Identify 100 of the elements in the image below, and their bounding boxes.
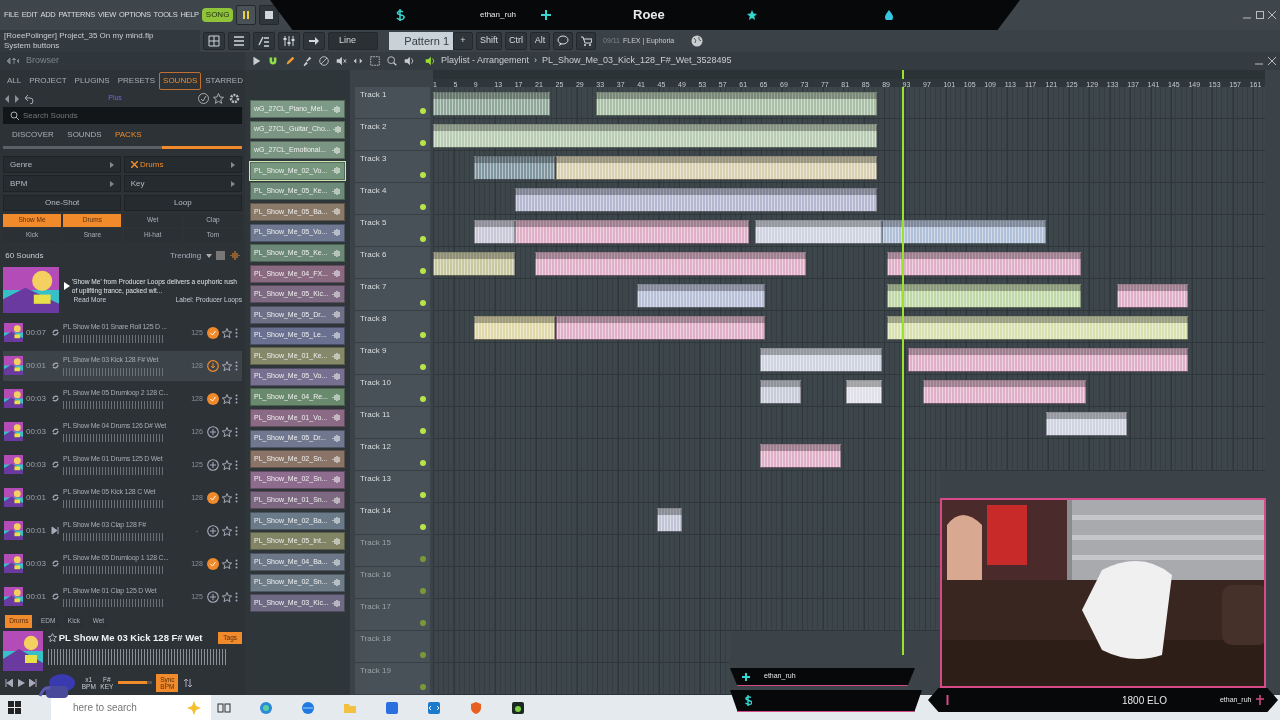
- audio-clip[interactable]: [1116, 284, 1189, 308]
- track-header[interactable]: Track 15: [355, 535, 430, 567]
- kebab-icon[interactable]: [235, 459, 238, 470]
- track-led[interactable]: [420, 108, 426, 114]
- filter-dropdown[interactable]: BPM: [3, 175, 122, 193]
- audio-clip[interactable]: [846, 380, 883, 404]
- add-icon[interactable]: [207, 590, 219, 603]
- track-led[interactable]: [420, 524, 426, 530]
- speaker-icon[interactable]: [403, 55, 415, 67]
- type-toggle[interactable]: Loop: [123, 194, 242, 211]
- track-led[interactable]: [420, 300, 426, 306]
- track-header[interactable]: Track 5: [355, 215, 430, 247]
- kebab-icon[interactable]: [235, 591, 238, 602]
- filter-dropdown[interactable]: Drums: [123, 156, 242, 173]
- audio-clip[interactable]: [656, 508, 682, 532]
- audio-clip[interactable]: [759, 380, 801, 404]
- track-led[interactable]: [420, 332, 426, 338]
- audio-clip[interactable]: [907, 348, 1189, 372]
- kebab-icon[interactable]: [235, 558, 238, 569]
- track-led[interactable]: [420, 268, 426, 274]
- track-lane[interactable]: [433, 599, 940, 631]
- audio-clip[interactable]: [473, 220, 515, 244]
- track-header[interactable]: Track 13: [355, 471, 430, 503]
- kebab-icon[interactable]: [235, 393, 238, 404]
- volume-slider[interactable]: [117, 681, 152, 685]
- swap-icon[interactable]: [182, 677, 193, 688]
- track-header[interactable]: Track 7: [355, 279, 430, 311]
- browser-tab[interactable]: STARRED: [201, 72, 247, 90]
- audio-clip[interactable]: [1045, 412, 1128, 436]
- audio-clip[interactable]: [882, 220, 1046, 244]
- magnet-icon[interactable]: [267, 55, 279, 67]
- track-header[interactable]: Track 8: [355, 311, 430, 343]
- star-icon[interactable]: [222, 558, 232, 569]
- playhead[interactable]: [902, 87, 905, 655]
- audio-clip[interactable]: [514, 220, 750, 244]
- stop-button[interactable]: [259, 5, 280, 25]
- track-led[interactable]: [420, 684, 426, 690]
- track-lane[interactable]: [433, 567, 940, 599]
- select-icon[interactable]: [369, 55, 381, 67]
- track-lane[interactable]: [433, 87, 1265, 119]
- star-icon[interactable]: [222, 591, 232, 602]
- track-header[interactable]: Track 10: [355, 375, 430, 407]
- audio-clip[interactable]: [555, 156, 878, 180]
- track-lane[interactable]: [433, 407, 1265, 439]
- track-led[interactable]: [420, 428, 426, 434]
- mixer-button[interactable]: [278, 32, 300, 50]
- check-icon[interactable]: [207, 491, 219, 504]
- track-lane[interactable]: [433, 343, 1265, 375]
- check-icon[interactable]: [207, 392, 219, 405]
- star-icon[interactable]: [222, 360, 232, 371]
- track-lane[interactable]: [433, 311, 1265, 343]
- brush-icon[interactable]: [301, 55, 313, 67]
- pencil-icon[interactable]: [284, 55, 296, 67]
- browser-tab[interactable]: PRESETS: [113, 72, 160, 90]
- audio-clip[interactable]: [473, 316, 556, 340]
- audio-clip[interactable]: [473, 156, 556, 180]
- browser-tab[interactable]: ALL: [3, 72, 26, 90]
- check-circle-icon[interactable]: [197, 93, 209, 104]
- globe-icon[interactable]: [691, 35, 704, 47]
- zoom-icon[interactable]: [386, 55, 398, 67]
- pattern-selector[interactable]: Pattern 1: [389, 32, 453, 50]
- play-button[interactable]: [236, 5, 257, 25]
- track-header[interactable]: Track 4: [355, 183, 430, 215]
- check-icon[interactable]: [207, 326, 219, 339]
- modifier-button[interactable]: Shift: [476, 32, 502, 50]
- track-led[interactable]: [420, 620, 426, 626]
- browser-tab[interactable]: PROJECT: [25, 72, 71, 90]
- section-tab[interactable]: PACKS: [115, 127, 142, 143]
- track-lane[interactable]: [433, 151, 1265, 183]
- piano-roll-button[interactable]: [253, 32, 275, 50]
- shop-button[interactable]: [576, 32, 596, 50]
- audio-clip[interactable]: [535, 252, 806, 276]
- track-led[interactable]: [420, 652, 426, 658]
- track-led[interactable]: [420, 204, 426, 210]
- mute-icon[interactable]: [335, 55, 347, 67]
- star-icon[interactable]: [222, 393, 232, 404]
- maximize-icon[interactable]: [1255, 11, 1264, 19]
- track-header[interactable]: Track 14: [355, 503, 430, 535]
- next-icon[interactable]: [29, 678, 38, 687]
- sort-dropdown[interactable]: Trending: [169, 247, 202, 264]
- track-header[interactable]: Track 16: [355, 567, 430, 599]
- star-icon[interactable]: [222, 327, 232, 338]
- audio-clip[interactable]: [433, 92, 551, 116]
- track-lane[interactable]: [433, 119, 1265, 151]
- filter-dropdown[interactable]: Genre: [3, 156, 122, 173]
- track-header[interactable]: Track 12: [355, 439, 430, 471]
- play-icon[interactable]: [63, 281, 70, 290]
- back-forward-icon[interactable]: [5, 94, 20, 103]
- track-header[interactable]: Track 1: [355, 87, 430, 119]
- track-header[interactable]: Track 18: [355, 631, 430, 663]
- track-led[interactable]: [420, 492, 426, 498]
- close-icon[interactable]: [1267, 57, 1276, 65]
- audio-clip[interactable]: [759, 348, 883, 372]
- modifier-button[interactable]: Alt: [530, 32, 550, 50]
- close-icon[interactable]: [1268, 11, 1276, 19]
- kebab-icon[interactable]: [235, 327, 238, 338]
- track-header[interactable]: Track 17: [355, 599, 430, 631]
- track-header[interactable]: Track 6: [355, 247, 430, 279]
- track-led[interactable]: [420, 556, 426, 562]
- track-lane[interactable]: [433, 439, 1265, 471]
